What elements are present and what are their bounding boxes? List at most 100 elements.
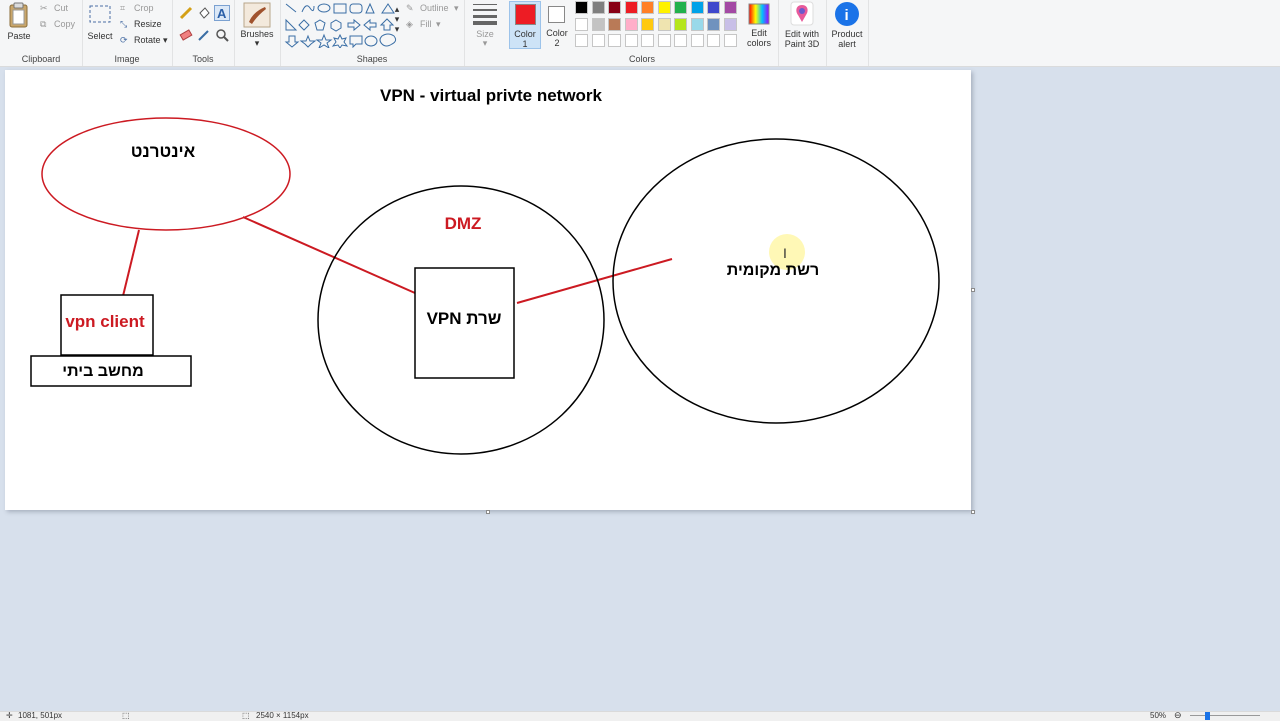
palette-swatch[interactable]	[624, 1, 638, 14]
palette-swatch[interactable]	[641, 17, 654, 31]
palette-swatch[interactable]	[723, 34, 737, 47]
cut-icon: ✂	[40, 3, 48, 13]
svg-text:i: i	[845, 7, 849, 24]
vpn-client-label: vpn client	[65, 312, 145, 331]
cursor-position-icon: ✛	[6, 711, 13, 720]
palette-swatch[interactable]	[707, 17, 720, 31]
fill-bucket-icon[interactable]	[197, 6, 211, 20]
palette-swatch[interactable]	[723, 17, 737, 31]
palette-swatch[interactable]	[690, 34, 704, 47]
color-picker-icon[interactable]	[197, 28, 211, 42]
paste-label: Paste	[7, 31, 31, 41]
zoom-slider-thumb[interactable]	[1205, 712, 1210, 720]
palette-swatch[interactable]	[591, 1, 605, 14]
paint3d-button[interactable]: Edit with Paint 3D	[778, 0, 827, 66]
select-icon	[89, 5, 111, 23]
tools-group: A Tools	[172, 0, 235, 66]
internet-ellipse	[41, 117, 291, 231]
chevron-down-icon: ▾	[163, 35, 168, 45]
outline-button[interactable]: ✎ Outline ▾	[406, 3, 462, 15]
crop-label: Crop	[134, 3, 154, 13]
palette-swatch[interactable]	[575, 34, 588, 47]
connector-internet-vpn-server	[242, 216, 416, 294]
select-button[interactable]: Select	[86, 2, 114, 48]
colors-group-label: Colors	[628, 54, 655, 64]
size-icon	[473, 4, 497, 25]
outline-label: Outline	[420, 3, 449, 13]
chevron-down-icon: ▾	[436, 19, 441, 29]
drawing-canvas[interactable]: I VPN - virtual privte network אינטרנט D…	[5, 70, 971, 510]
fill-button[interactable]: ◈ Fill ▾	[406, 19, 462, 31]
copy-icon: ⧉	[40, 19, 47, 29]
palette-swatch[interactable]	[674, 34, 687, 47]
palette-swatch[interactable]	[707, 1, 720, 14]
magnifier-icon[interactable]	[215, 28, 229, 42]
vpn-diagram: I VPN - virtual privte network אינטרנט D…	[30, 86, 940, 455]
size-group[interactable]: Size ▾	[464, 0, 506, 66]
vpn-server-label: שרת VPN	[427, 309, 502, 328]
palette-swatch[interactable]	[657, 34, 671, 47]
palette-swatch[interactable]	[690, 17, 704, 31]
palette-swatch[interactable]	[674, 1, 687, 14]
palette-swatch[interactable]	[624, 17, 638, 31]
color2-button[interactable]: Color 2	[543, 1, 571, 49]
zoom-slider[interactable]	[1190, 715, 1260, 716]
resize-handle-right[interactable]	[971, 288, 975, 292]
palette-swatch[interactable]	[707, 34, 720, 47]
cut-button[interactable]: ✂ Cut	[40, 3, 78, 15]
colors-group: Color 1 Color 2 Edit colors Colors	[506, 0, 779, 66]
chevron-down-icon: ▾	[254, 38, 260, 48]
resize-handle-bottom[interactable]	[486, 510, 490, 514]
palette-swatch[interactable]	[575, 17, 588, 31]
palette-swatch[interactable]	[575, 1, 588, 14]
select-label: Select	[87, 31, 113, 41]
palette-swatch[interactable]	[624, 34, 638, 47]
info-icon: i	[835, 2, 859, 26]
palette-swatch[interactable]	[591, 34, 605, 47]
edit-colors-label: Edit colors	[746, 28, 771, 48]
shapes-scroll[interactable]: ▴ ▾ ▾	[392, 4, 402, 34]
text-tool-icon[interactable]: A	[214, 5, 230, 21]
rotate-button[interactable]: ⟳ Rotate ▾	[120, 35, 170, 47]
pencil-icon[interactable]	[179, 6, 193, 20]
paint3d-label: Edit with Paint 3D	[784, 29, 820, 49]
selection-size-icon: ⬚	[122, 711, 130, 720]
product-alert-button[interactable]: i Product alert	[826, 0, 869, 66]
paste-icon	[9, 2, 28, 28]
palette-swatch[interactable]	[641, 1, 654, 14]
color-palette	[575, 1, 743, 51]
palette-swatch[interactable]	[608, 17, 621, 31]
internet-label: אינטרנט	[131, 142, 196, 161]
eraser-icon[interactable]	[179, 28, 193, 42]
image-group: Select ⌗ Crop ⤡ Resize ⟳ Rotate ▾ Image	[82, 0, 173, 66]
chevron-down-icon: ▾	[482, 38, 488, 48]
shapes-gallery[interactable]	[284, 2, 402, 48]
color1-button[interactable]: Color 1	[509, 1, 541, 49]
palette-swatch[interactable]	[723, 1, 737, 14]
copy-label: Copy	[54, 19, 76, 29]
palette-swatch[interactable]	[591, 17, 605, 31]
connector-vpn-server-local	[516, 258, 673, 304]
clipboard-group: Paste ✂ Cut ⧉ Copy Clipboard	[0, 0, 83, 66]
resize-handle-corner[interactable]	[971, 510, 975, 514]
copy-button[interactable]: ⧉ Copy	[40, 19, 78, 31]
palette-swatch[interactable]	[641, 34, 654, 47]
rotate-icon: ⟳	[120, 35, 128, 45]
palette-swatch[interactable]	[657, 17, 671, 31]
edit-colors-button[interactable]: Edit colors	[742, 1, 776, 49]
crop-button[interactable]: ⌗ Crop	[120, 3, 168, 15]
zoom-out-button[interactable]: ⊖	[1174, 710, 1182, 721]
resize-button[interactable]: ⤡ Resize	[120, 19, 168, 31]
ribbon: Paste ✂ Cut ⧉ Copy Clipboard Select ⌗ Cr…	[0, 0, 1280, 67]
paste-button[interactable]: Paste	[4, 2, 34, 48]
brushes-group[interactable]: Brushes ▾	[234, 0, 281, 66]
crop-icon: ⌗	[120, 3, 126, 13]
palette-swatch[interactable]	[690, 1, 704, 14]
cursor-position: 1081, 501px	[18, 711, 63, 720]
palette-swatch[interactable]	[674, 17, 687, 31]
palette-swatch[interactable]	[657, 1, 671, 14]
zoom-level: 50%	[1150, 711, 1167, 720]
palette-swatch[interactable]	[608, 1, 621, 14]
svg-text:A: A	[217, 6, 227, 21]
palette-swatch[interactable]	[608, 34, 621, 47]
